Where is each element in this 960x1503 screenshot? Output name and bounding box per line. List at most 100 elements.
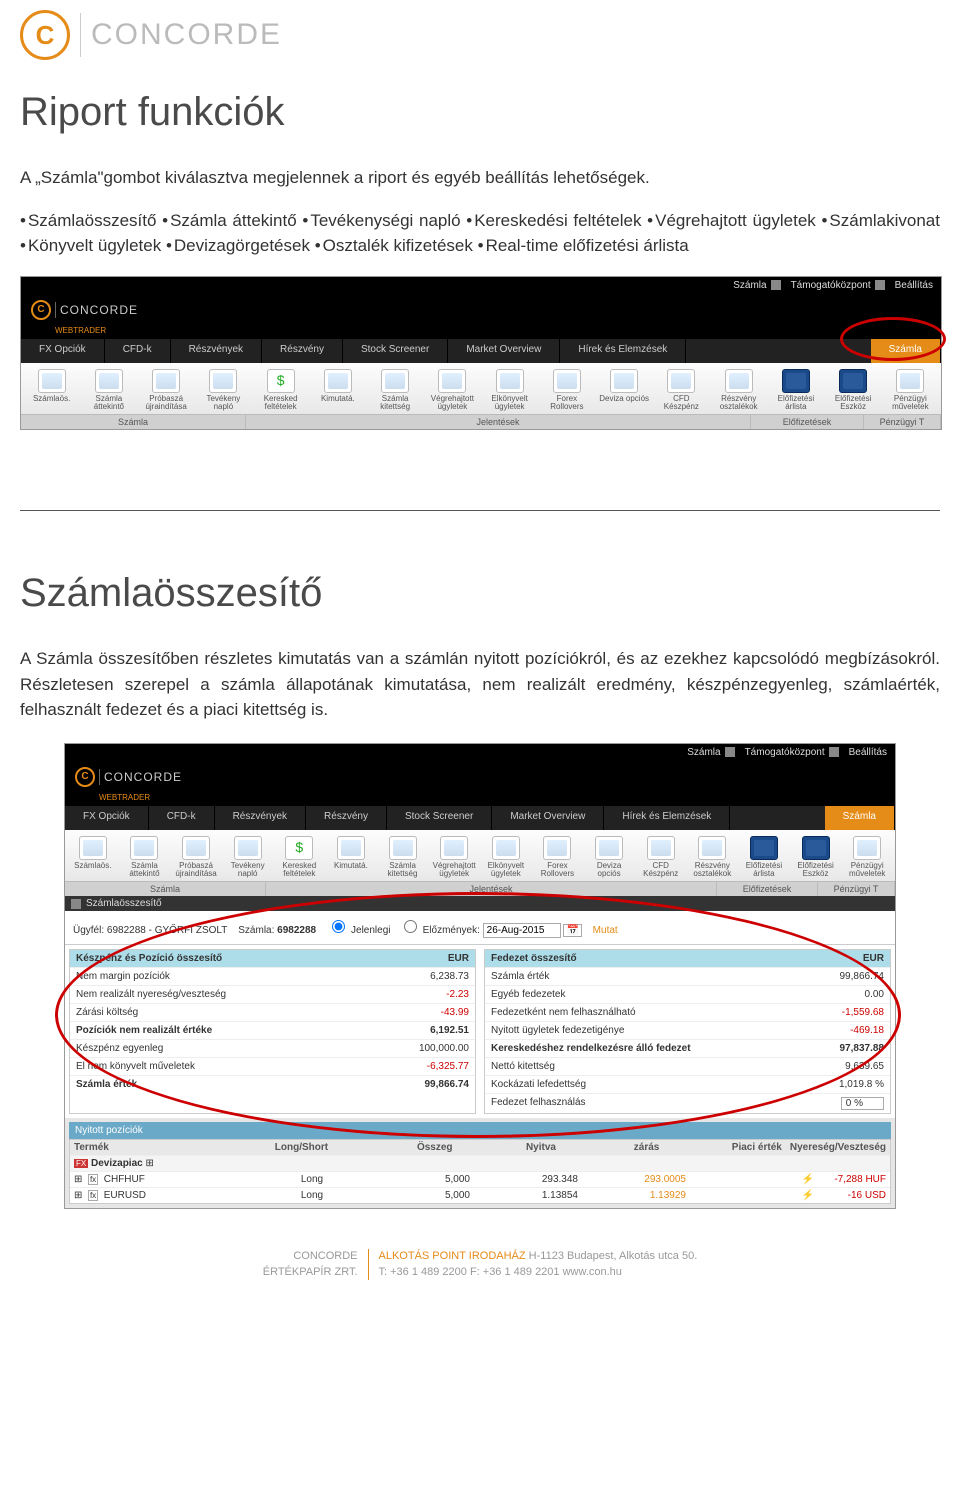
- footer-addr-lbl: ALKOTÁS POINT IRODAHÁZ: [379, 1250, 526, 1262]
- row1-ls: Long: [258, 1188, 366, 1203]
- tb-eszkoz[interactable]: Előfizetési Eszköz: [825, 367, 882, 415]
- tb2-3[interactable]: Tevékeny napló: [222, 834, 274, 882]
- radio-jelenlegi[interactable]: [332, 920, 345, 933]
- app-screenshot-1: Számla Támogatóközpont Beállítás C CONCO…: [20, 276, 942, 431]
- tb-attekinto[interactable]: Számla áttekintő: [80, 367, 137, 415]
- tb2-1[interactable]: Számla áttekintő: [119, 834, 171, 882]
- row0-prod[interactable]: CHFHUF: [104, 1174, 145, 1185]
- tb2-10[interactable]: Deviza opciós: [583, 834, 635, 882]
- positions-group[interactable]: Devizapiac: [91, 1158, 143, 1169]
- tab-screener[interactable]: Stock Screener: [343, 339, 448, 363]
- row1-open: 1.13854: [474, 1188, 582, 1203]
- tab2-szamla[interactable]: Számla: [825, 806, 895, 830]
- dropdown2-icon[interactable]: [725, 747, 735, 757]
- tb2-5[interactable]: Kimutatá.: [325, 834, 377, 882]
- topbar2-beallitas[interactable]: Beállítás: [849, 747, 887, 758]
- col-prod: Termék: [70, 1140, 250, 1155]
- tb-vegrehajt[interactable]: Végrehajtott ügyletek: [424, 367, 481, 415]
- topbar2-szamla[interactable]: Számla: [687, 747, 720, 758]
- brand-logo: C CONCORDE: [20, 0, 940, 80]
- tb-deviza[interactable]: Deviza opciós: [596, 367, 653, 415]
- radio-elozmenyek[interactable]: [404, 920, 417, 933]
- tb-proba[interactable]: Próbaszá újraindítása: [138, 367, 195, 415]
- tb2-7[interactable]: Végrehajtott ügyletek: [428, 834, 480, 882]
- tab2-reszveny[interactable]: Részvény: [306, 806, 387, 830]
- tb-rollovers[interactable]: Forex Rollovers: [538, 367, 595, 415]
- dropdown-icon[interactable]: [771, 280, 781, 290]
- tab2-reszvenyek[interactable]: Részvények: [215, 806, 306, 830]
- col-ls: Long/Short: [250, 1140, 353, 1155]
- tab2-screener[interactable]: Stock Screener: [387, 806, 492, 830]
- tb-penzugyi[interactable]: Pénzügyi műveletek: [882, 367, 939, 415]
- currency2-icon: fx: [88, 1190, 98, 1201]
- group2-2: Jelentések: [266, 882, 717, 896]
- expand-icon[interactable]: ⊞: [146, 1158, 154, 1169]
- mutat-link[interactable]: Mutat: [593, 925, 618, 936]
- positions-header: Nyitott pozíciók: [69, 1122, 891, 1139]
- topbar-szamla[interactable]: Számla: [733, 280, 766, 291]
- tb-arlista[interactable]: Előfizetési árlista: [767, 367, 824, 415]
- help2-icon[interactable]: [829, 747, 839, 757]
- tb-elkonyvelt[interactable]: Elkönyvelt ügyletek: [481, 367, 538, 415]
- tb-feltetelek[interactable]: Keresked feltételek: [252, 367, 309, 415]
- toolbar: Számlaös. Számla áttekintő Próbaszá újra…: [21, 363, 941, 415]
- tab-market[interactable]: Market Overview: [448, 339, 560, 363]
- help-icon[interactable]: [875, 280, 885, 290]
- footer-addr: H-1123 Budapest, Alkotás utca 50.: [529, 1250, 698, 1262]
- tab2-market[interactable]: Market Overview: [492, 806, 604, 830]
- tab2-cfd[interactable]: CFD-k: [149, 806, 215, 830]
- tab2-fx[interactable]: FX Opciók: [65, 806, 149, 830]
- expand-row-icon[interactable]: ⊞: [74, 1174, 82, 1185]
- tab-fx[interactable]: FX Opciók: [21, 339, 105, 363]
- lightning2-icon[interactable]: ⚡: [802, 1190, 814, 1201]
- currency-icon: fx: [88, 1174, 98, 1185]
- tb-osztalek[interactable]: Részvény osztalékok: [710, 367, 767, 415]
- panel-title: Számlaösszesítő: [86, 898, 162, 909]
- section1-title: Riport funkciók: [20, 90, 940, 135]
- tb2-11[interactable]: CFD Készpénz: [635, 834, 687, 882]
- date-input[interactable]: [483, 923, 561, 938]
- col-pl: Nyereség/Veszteség: [786, 1140, 890, 1155]
- tb2-2[interactable]: Próbaszá újraindítása: [170, 834, 222, 882]
- tab-cfd[interactable]: CFD-k: [105, 339, 171, 363]
- tb-kitettseg[interactable]: Számla kitettség: [367, 367, 424, 415]
- group-szamla: Számla: [21, 415, 246, 429]
- calendar-icon[interactable]: 📅: [563, 924, 581, 937]
- topbar-tamogato[interactable]: Támogatóközpont: [791, 280, 871, 291]
- tb-kimutata[interactable]: Kimutatá.: [309, 367, 366, 415]
- filter-szamla-lbl: Számla:: [238, 925, 274, 936]
- tb2-9[interactable]: Forex Rollovers: [532, 834, 584, 882]
- tb2-6[interactable]: Számla kitettség: [377, 834, 429, 882]
- tab-szamla[interactable]: Számla: [871, 339, 941, 363]
- tb2-13[interactable]: Előfizetési árlista: [738, 834, 790, 882]
- tb2-15[interactable]: Pénzügyi műveletek: [841, 834, 893, 882]
- topbar-beallitas[interactable]: Beállítás: [895, 280, 933, 291]
- tab-reszveny[interactable]: Részvény: [262, 339, 343, 363]
- expand-row2-icon[interactable]: ⊞: [74, 1190, 82, 1201]
- section2-title: Számlaösszesítő: [20, 571, 940, 616]
- tb-szamlaos[interactable]: Számlaös.: [23, 367, 80, 415]
- app-logo-icon: C: [31, 300, 51, 320]
- group-penzugyi: Pénzügyi T: [864, 415, 941, 429]
- group2-3: Előfizetések: [717, 882, 818, 896]
- topbar2-tamogato[interactable]: Támogatóközpont: [745, 747, 825, 758]
- col-mkt: Piaci érték: [663, 1140, 785, 1155]
- tb-naplo[interactable]: Tevékeny napló: [195, 367, 252, 415]
- tb-cfdkp[interactable]: CFD Készpénz: [653, 367, 710, 415]
- tb2-8[interactable]: Elkönyvelt ügyletek: [480, 834, 532, 882]
- tab-reszvenyek[interactable]: Részvények: [171, 339, 262, 363]
- left-head: Készpénz és Pozíció összesítő: [76, 953, 222, 964]
- tab2-hirek[interactable]: Hírek és Elemzések: [604, 806, 730, 830]
- positions-table: Termék Long/Short Összeg Nyitva zárás Pi…: [69, 1139, 891, 1204]
- fx-badge-icon: FX: [74, 1159, 88, 1168]
- tb2-4[interactable]: Keresked feltételek: [274, 834, 326, 882]
- tb2-12[interactable]: Részvény osztalékok: [687, 834, 739, 882]
- tb2-14[interactable]: Előfizetési Eszköz: [790, 834, 842, 882]
- row0-pl: -7,288 HUF: [818, 1172, 890, 1187]
- tab-hirek[interactable]: Hírek és Elemzések: [560, 339, 686, 363]
- tb2-0[interactable]: Számlaös.: [67, 834, 119, 882]
- footer-sub: ÉRTÉKPAPÍR ZRT.: [263, 1266, 358, 1278]
- filter-ugyfel-lbl: Ügyfél:: [73, 925, 104, 936]
- lightning-icon[interactable]: ⚡: [802, 1174, 814, 1185]
- row1-prod[interactable]: EURUSD: [104, 1190, 146, 1201]
